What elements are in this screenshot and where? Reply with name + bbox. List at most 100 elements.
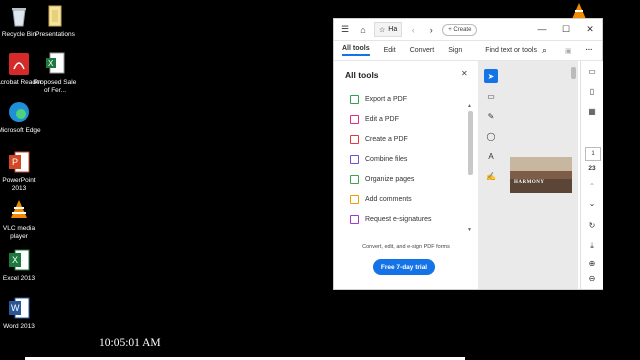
comment-panel-icon[interactable]: ▭ [585,67,599,76]
desktop-icon-excel-2013[interactable]: X Excel 2013 [0,248,42,283]
chevron-down-icon[interactable]: ⌄ [585,199,599,208]
search-icon[interactable]: ⌕ [542,45,547,56]
svg-text:W: W [11,303,20,313]
tool-label: Request e-signatures [365,215,432,223]
chevron-right-icon[interactable]: › [424,23,438,37]
page-number-input[interactable]: 1 [585,147,601,161]
panel-scrollbar[interactable] [468,111,473,175]
document-scrollbar[interactable] [571,67,576,79]
document-tab[interactable]: ☆ Ha [374,22,403,37]
combine-files-icon [350,154,359,164]
menu-all-tools[interactable]: All tools [342,45,370,56]
svg-text:P: P [12,157,18,167]
acrobat-window: ☰ ⌂ ☆ Ha ‹ › + Create — ☐ ✕ All tools Ed… [333,18,603,290]
desktop-icon-word-2013[interactable]: W Word 2013 [0,296,42,331]
desktop-icon-label: Excel 2013 [2,275,36,282]
tool-label: Export a PDF [365,95,408,103]
zoom-in-icon[interactable]: ⊕ [585,259,599,268]
download-icon[interactable]: ⤓ [585,241,599,251]
edge-icon [7,100,31,124]
zoom-out-icon[interactable]: ⊖ [585,274,599,283]
excel-icon: X [7,248,31,272]
rotate-icon[interactable]: ↻ [585,221,599,230]
organize-pages-icon [350,174,359,184]
svg-text:X: X [48,59,54,68]
desktop-icon-microsoft-edge[interactable]: Microsoft Edge [0,100,42,135]
desktop-icon-powerpoint-2013[interactable]: P PowerPoint 2013 [0,150,42,193]
search-label[interactable]: Find text or tools [485,47,537,54]
desktop-icon-label: Presentations [35,31,75,38]
tool-request-esignatures[interactable]: Request e-signatures [350,212,432,226]
menu-edit[interactable]: Edit [384,47,396,54]
title-bar: ☰ ⌂ ☆ Ha ‹ › + Create — ☐ ✕ [334,19,602,41]
minimize-icon[interactable]: — [530,24,554,35]
menu-convert[interactable]: Convert [410,47,435,54]
tool-create-pdf[interactable]: Create a PDF [350,132,408,146]
maximize-icon[interactable]: ☐ [554,24,578,35]
all-tools-panel: All tools ✕ Export a PDF Edit a PDF Crea… [334,61,479,289]
scroll-up-icon[interactable]: ▲ [467,103,472,109]
vlc-cone-icon [7,198,31,222]
request-esignatures-icon [350,214,359,224]
desktop-icon-label: VLC media player [2,225,36,240]
panel-title: All tools [345,70,379,80]
desktop-icon-label: PowerPoint 2013 [2,177,36,192]
lasso-tool-icon[interactable]: ◯ [484,129,498,143]
tool-export-pdf[interactable]: Export a PDF [350,92,407,106]
close-icon[interactable]: ✕ [461,69,468,78]
desktop-clock: 10:05:01 AM [99,337,161,349]
create-button[interactable]: + Create [442,23,478,36]
recycle-bin-icon [7,4,31,28]
export-pdf-icon [350,94,359,104]
home-icon[interactable]: ⌂ [356,23,370,37]
tool-combine-files[interactable]: Combine files [350,152,407,166]
hamburger-menu-icon[interactable]: ☰ [338,23,352,37]
scroll-down-icon[interactable]: ▼ [467,227,472,233]
more-options-icon[interactable]: ··· [586,47,593,54]
text-tool-icon[interactable]: A [484,149,498,163]
window-controls: — ☐ ✕ [530,24,602,35]
bookmark-icon[interactable]: ▯ [585,87,599,96]
desktop-icon-vlc[interactable]: VLC media player [0,198,42,241]
folder-icon [43,4,67,28]
desktop-icon-label: Proposed Sale of Fer... [33,79,77,94]
thumbnail-title: HARMONY [514,180,545,185]
chevron-left-icon[interactable]: ‹ [406,23,420,37]
menu-sign[interactable]: Sign [448,47,462,54]
desktop-icon-label: Word 2013 [3,323,35,330]
select-tool-icon[interactable]: ➤ [484,69,498,83]
menu-bar: All tools Edit Convert Sign Find text or… [334,41,602,61]
tool-label: Combine files [365,155,408,163]
document-tab-label: Ha [388,26,398,33]
tool-label: Create a PDF [365,135,408,143]
close-icon[interactable]: ✕ [578,24,602,35]
svg-text:X: X [12,255,18,265]
edit-pdf-icon [350,114,359,124]
acrobat-icon [7,52,31,76]
save-icon[interactable]: ▣ [565,47,572,55]
annotation-toolbar: ➤ ▭ ✎ ◯ A ✍ [484,69,498,189]
excel-file-icon: X [43,52,67,76]
comment-tool-icon[interactable]: ▭ [484,89,498,103]
add-comments-icon [350,194,359,204]
grid-icon[interactable]: ▦ [585,107,599,116]
signature-tool-icon[interactable]: ✍ [484,169,498,183]
create-pdf-icon [350,134,359,144]
chevron-up-icon[interactable]: ⌃ [585,182,599,191]
tool-label: Edit a PDF [365,115,399,123]
word-icon: W [7,296,31,320]
free-trial-button[interactable]: Free 7-day trial [373,259,435,275]
pen-tool-icon[interactable]: ✎ [484,109,498,123]
desktop-icon-presentations[interactable]: Presentations [32,4,78,39]
right-sidebar: ▭ ▯ ▦ 1 23 ⌃ ⌄ ↻ ⤓ ⊕ ⊖ [580,61,603,289]
desktop-icon-label: Microsoft Edge [0,127,41,134]
star-icon[interactable]: ☆ [379,26,385,34]
tool-organize-pages[interactable]: Organize pages [350,172,414,186]
desktop-icon-proposed-sale[interactable]: X Proposed Sale of Fer... [32,52,78,95]
tool-label: Organize pages [365,175,415,183]
page-thumbnail[interactable]: HARMONY [510,157,572,193]
tool-edit-pdf[interactable]: Edit a PDF [350,112,399,126]
tool-add-comments[interactable]: Add comments [350,192,412,206]
powerpoint-icon: P [7,150,31,174]
thumbnail-landscape [510,157,572,193]
